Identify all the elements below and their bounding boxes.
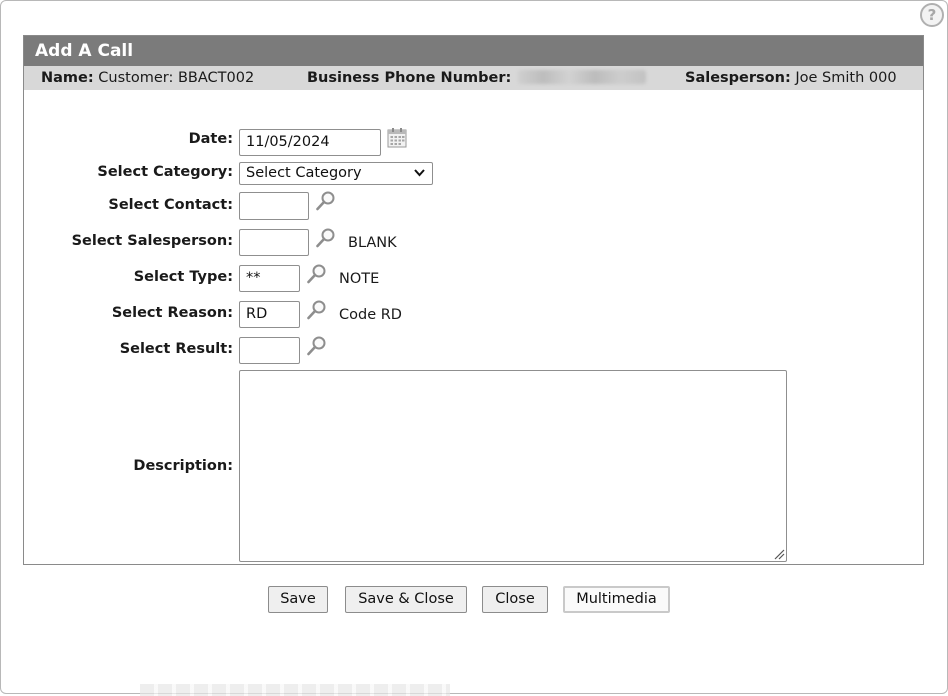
dialog-title: Add A Call (24, 36, 923, 66)
business-phone-info: Business Phone Number: (307, 66, 646, 90)
info-bar: Name: Customer: BBACT002 Business Phone … (24, 66, 923, 90)
name-label: Name: (41, 70, 94, 86)
magnifier-icon[interactable] (306, 299, 328, 321)
result-label: Select Result: (119, 341, 233, 357)
magnifier-icon[interactable] (306, 335, 328, 357)
salesperson-input[interactable] (239, 229, 309, 256)
multimedia-button[interactable]: Multimedia (563, 586, 670, 613)
name-value: Customer: BBACT002 (98, 70, 255, 86)
date-input[interactable]: 11/05/2024 (239, 129, 381, 156)
calendar-icon[interactable] (387, 127, 407, 149)
save-button[interactable]: Save (268, 586, 328, 613)
category-label: Select Category: (97, 164, 233, 180)
reason-label: Select Reason: (111, 305, 233, 321)
background-page-fragment (140, 684, 450, 696)
category-selected-value: Select Category (246, 165, 362, 181)
help-icon[interactable]: ? (920, 3, 944, 27)
description-textarea[interactable] (239, 370, 787, 562)
date-label: Date: (188, 131, 233, 147)
chevron-down-icon (414, 169, 425, 177)
salesperson-label: Salesperson: (685, 70, 791, 86)
type-label: Select Type: (133, 269, 233, 285)
salesperson-lookup-text: BLANK (348, 235, 397, 251)
contact-label: Select Contact: (108, 197, 233, 213)
magnifier-icon[interactable] (306, 263, 328, 285)
type-input[interactable]: ** (239, 265, 300, 292)
magnifier-icon[interactable] (315, 190, 337, 212)
phone-label: Business Phone Number: (307, 70, 512, 86)
category-select[interactable]: Select Category (239, 162, 433, 185)
close-button[interactable]: Close (482, 586, 548, 613)
save-and-close-button[interactable]: Save & Close (345, 586, 467, 613)
reason-input[interactable]: RD (239, 301, 300, 328)
type-lookup-text: NOTE (339, 271, 380, 287)
salesperson-value: Joe Smith 000 (795, 70, 897, 86)
salesperson-info: Salesperson: Joe Smith 000 (685, 66, 897, 90)
resize-grip-icon[interactable] (773, 548, 785, 560)
description-label: Description: (133, 458, 233, 474)
reason-lookup-text: Code RD (339, 307, 402, 323)
contact-input[interactable] (239, 192, 309, 220)
result-input[interactable] (239, 337, 300, 364)
customer-name-info: Name: Customer: BBACT002 (41, 66, 254, 90)
salesperson-select-label: Select Salesperson: (71, 233, 233, 249)
magnifier-icon[interactable] (315, 227, 337, 249)
phone-value-redacted (517, 70, 646, 84)
